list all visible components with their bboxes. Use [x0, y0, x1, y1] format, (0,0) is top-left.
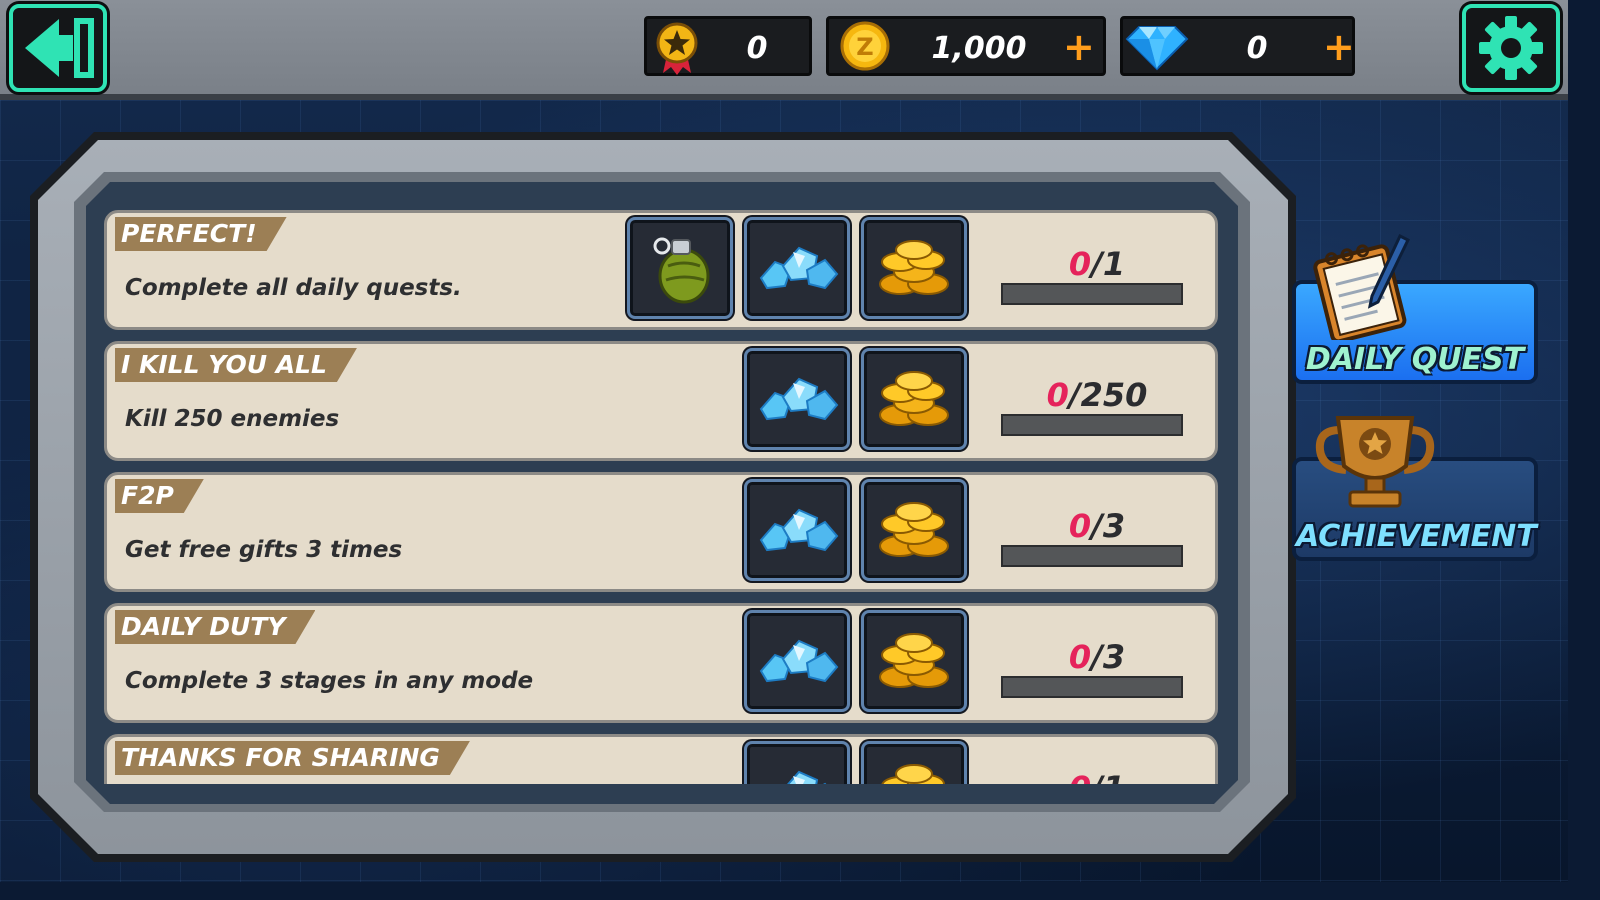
coins-pile-icon — [879, 502, 949, 557]
quest-list[interactable]: PERFECT! Complete all daily quests. 0/1 … — [86, 182, 1238, 804]
reward-slot[interactable] — [627, 217, 733, 319]
quest-title: F2P — [115, 479, 204, 513]
daily-quest-label: DAILY QUEST — [1305, 342, 1525, 377]
coins-pile-icon — [879, 371, 949, 426]
quest-row: DAILY DUTY Complete 3 stages in any mode — [104, 603, 1218, 723]
coin-count: 1,000 — [931, 31, 1027, 66]
gems-pile-icon — [759, 639, 839, 683]
reward-slot[interactable] — [744, 479, 850, 581]
coin-icon: Z — [840, 21, 890, 71]
quest-progress-bar — [1001, 676, 1183, 698]
reward-slot[interactable] — [861, 479, 967, 581]
achievement-label: ACHIEVEMENT — [1296, 519, 1537, 554]
reward-slot[interactable] — [744, 741, 850, 784]
medal-icon — [656, 22, 698, 75]
quest-row: I KILL YOU ALL Kill 250 enemies 0/250 — [104, 341, 1218, 461]
gems-pile-icon — [759, 377, 839, 421]
back-arrow-icon — [25, 18, 94, 78]
reward-slot[interactable] — [861, 217, 967, 319]
gem-count: 0 — [1246, 31, 1268, 66]
quest-progress-bar — [1001, 283, 1183, 305]
quest-progress-bar — [1001, 545, 1183, 567]
quest-title: THANKS FOR SHARING — [115, 741, 470, 775]
gems-pile-icon — [759, 508, 839, 552]
quest-progress-text: 0/250 — [1046, 376, 1148, 414]
back-button[interactable] — [9, 4, 107, 92]
gems-pile-icon — [781, 770, 839, 784]
reward-slot[interactable] — [744, 610, 850, 712]
svg-text:Z: Z — [856, 33, 873, 61]
quest-title: PERFECT! — [115, 217, 287, 251]
quest-title: I KILL YOU ALL — [115, 348, 357, 382]
coins-pile-icon — [879, 633, 949, 688]
add-coins-button[interactable]: + — [1063, 28, 1095, 66]
reward-slot[interactable] — [744, 217, 850, 319]
grenade-icon — [653, 237, 710, 304]
quest-progress-text: 0/3 — [1068, 507, 1126, 545]
reward-slot[interactable] — [861, 741, 967, 784]
add-gems-button[interactable]: + — [1323, 28, 1355, 66]
quest-progress-text: 0/1 — [1068, 245, 1126, 283]
trophy-icon — [1315, 416, 1435, 508]
settings-button[interactable] — [1462, 4, 1560, 92]
reward-slot[interactable] — [861, 610, 967, 712]
gem-icon — [1125, 26, 1189, 71]
coins-pile-icon — [879, 240, 949, 295]
quest-progress-bar — [1001, 414, 1183, 436]
reward-slot[interactable] — [744, 348, 850, 450]
quest-progress-text: 0/1 — [997, 769, 1197, 784]
quest-progress-text: 0/3 — [1068, 638, 1126, 676]
quest-description: Complete all daily quests. — [125, 275, 462, 301]
medal-counter: 0 — [644, 16, 812, 76]
notepad-icon — [1313, 233, 1410, 340]
coin-counter: Z 1,000 + — [826, 16, 1106, 76]
quest-row: F2P Get free gifts 3 times 0/3 — [104, 472, 1218, 592]
quest-description: Complete 3 stages in any mode — [125, 668, 534, 694]
quest-row: PERFECT! Complete all daily quests. 0/1 — [104, 210, 1218, 330]
gear-icon — [1479, 16, 1543, 80]
quest-description: Kill 250 enemies — [125, 406, 340, 432]
medal-count: 0 — [746, 31, 768, 66]
gem-counter: 0 + — [1120, 16, 1355, 76]
quest-row: THANKS FOR SHARING — [104, 734, 1218, 784]
quest-title: DAILY DUTY — [115, 610, 315, 644]
reward-slot[interactable] — [861, 348, 967, 450]
top-bar: 0 Z 1,000 + 0 + — [0, 0, 1568, 100]
coins-pile-icon — [881, 764, 945, 784]
quest-description: Get free gifts 3 times — [125, 537, 403, 563]
gems-pile-icon — [759, 246, 839, 290]
quest-list-viewport: PERFECT! Complete all daily quests. 0/1 … — [86, 182, 1238, 784]
